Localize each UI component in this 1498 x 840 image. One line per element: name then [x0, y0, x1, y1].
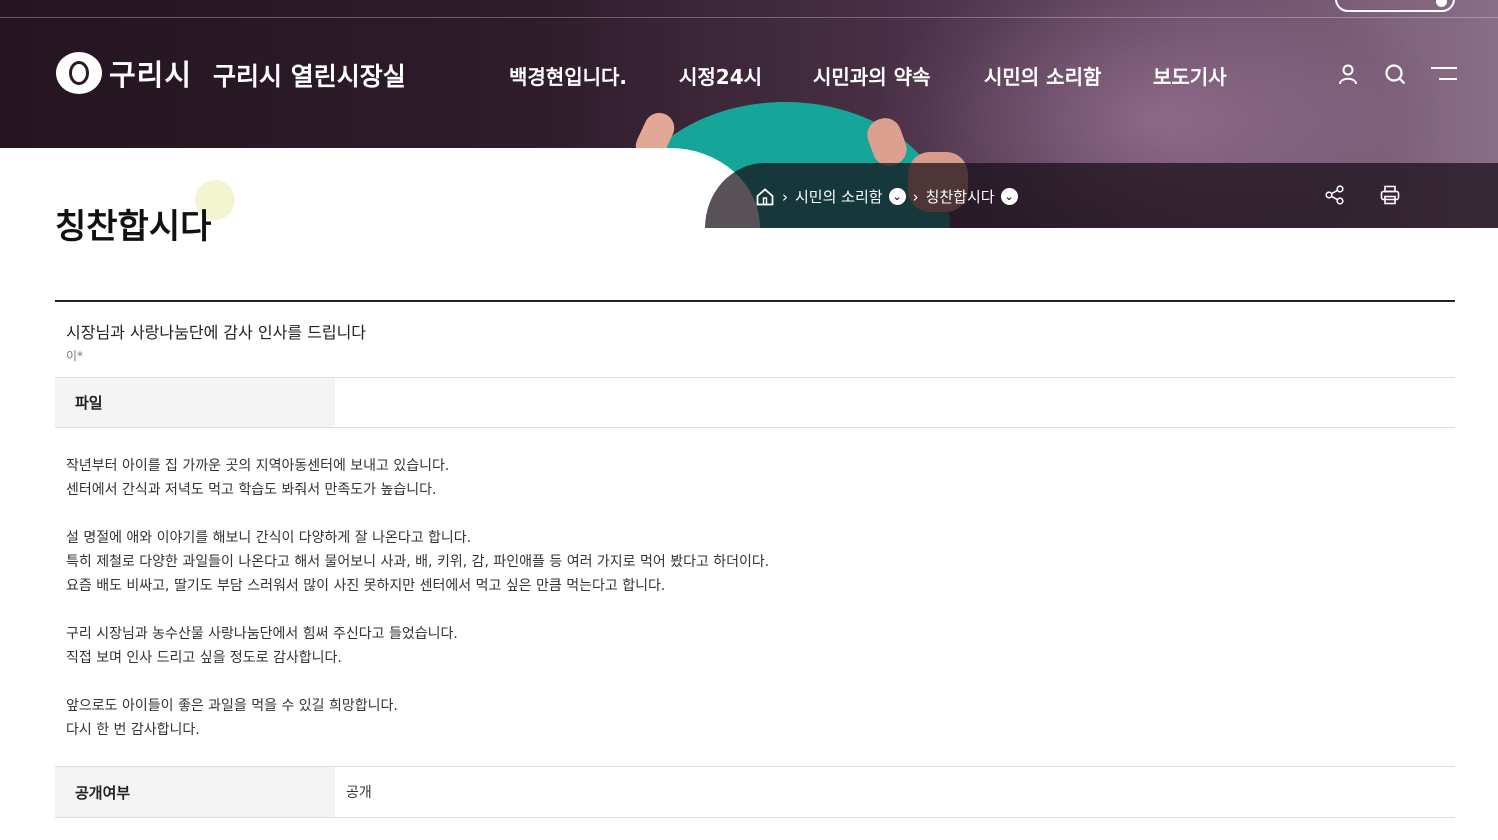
body-blank-line: [66, 598, 1444, 622]
body-line: 구리 시장님과 농수산물 사랑나눔단에서 힘써 주신다고 들었습니다.: [66, 626, 458, 642]
nav-item-press[interactable]: 보도기사: [1153, 61, 1227, 90]
breadcrumb-item-voice[interactable]: 시민의 소리함: [795, 186, 883, 207]
toggle-knob: [1436, 0, 1447, 7]
utility-bar: [0, 0, 1498, 18]
breadcrumb-separator: ›: [912, 187, 919, 206]
page-title: 칭찬합시다: [55, 207, 212, 247]
body-line: 요즘 배도 비싸고, 딸기도 부담 스러워서 많이 사진 못하지만 센터에서 먹…: [66, 578, 666, 594]
open-status-label: 공개여부: [55, 767, 335, 817]
logo-text: 구리시: [109, 58, 193, 92]
open-status-row: 공개여부 공개: [55, 767, 1455, 818]
post-writer: 이*: [66, 349, 84, 363]
search-icon[interactable]: [1382, 61, 1408, 87]
body-blank-line: [66, 670, 1444, 694]
body-blank-line: [66, 502, 1444, 526]
share-icon[interactable]: [1324, 184, 1346, 206]
chevron-down-icon[interactable]: ⌄: [1000, 188, 1018, 205]
home-icon[interactable]: [755, 187, 775, 207]
body-line: 다시 한 번 감사합니다.: [66, 722, 200, 738]
chevron-down-icon[interactable]: ⌄: [888, 188, 906, 205]
nav-item-voice[interactable]: 시민의 소리함: [984, 61, 1101, 90]
site-logo[interactable]: 구리시: [56, 52, 192, 94]
breadcrumb-separator: ›: [782, 187, 788, 206]
nav-item-city-news[interactable]: 시정24시: [679, 61, 762, 90]
post-body: 작년부터 아이를 집 가까운 곳의 지역아동센터에 보내고 있습니다. 센터에서…: [55, 428, 1455, 767]
menu-icon[interactable]: [1430, 61, 1458, 87]
file-value: [335, 378, 1455, 427]
print-icon[interactable]: [1379, 184, 1401, 206]
file-row: 파일: [55, 378, 1455, 428]
post-header: 시장님과 사랑나눔단에 감사 인사를 드립니다 이*: [55, 302, 1455, 378]
body-line: 설 명절에 애와 이야기를 해보니 간식이 다양하게 잘 나온다고 합니다.: [66, 530, 472, 546]
user-icon[interactable]: [1335, 61, 1361, 87]
breadcrumb-item-praise[interactable]: 칭찬합시다: [926, 186, 995, 207]
site-name[interactable]: 구리시 열린시장실: [213, 57, 406, 93]
utility-toggle[interactable]: [1335, 0, 1455, 12]
nav-item-mayor[interactable]: 백경현입니다.: [509, 61, 627, 90]
body-line: 특히 제철로 다양한 과일들이 나온다고 해서 물어보니 사과, 배, 키위, …: [66, 554, 770, 570]
open-status-value: 공개: [346, 785, 372, 801]
guri-emblem-icon: [56, 52, 102, 94]
body-line: 직접 보며 인사 드리고 싶을 정도로 감사합니다.: [66, 650, 342, 666]
body-line: 작년부터 아이를 집 가까운 곳의 지역아동센터에 보내고 있습니다.: [66, 458, 450, 474]
board-view: 시장님과 사랑나눔단에 감사 인사를 드립니다 이* 파일 작년부터 아이를 집…: [55, 300, 1455, 818]
post-subject: 시장님과 사랑나눔단에 감사 인사를 드립니다: [66, 323, 367, 342]
body-line: 센터에서 간식과 저녁도 먹고 학습도 봐줘서 만족도가 높습니다.: [66, 482, 437, 498]
nav-item-promise[interactable]: 시민과의 약속: [813, 61, 930, 90]
breadcrumb: › 시민의 소리함 ⌄ › 칭찬합시다 ⌄: [755, 186, 1018, 207]
body-line: 앞으로도 아이들이 좋은 과일을 먹을 수 있길 희망합니다.: [66, 698, 398, 714]
file-label: 파일: [55, 378, 335, 427]
